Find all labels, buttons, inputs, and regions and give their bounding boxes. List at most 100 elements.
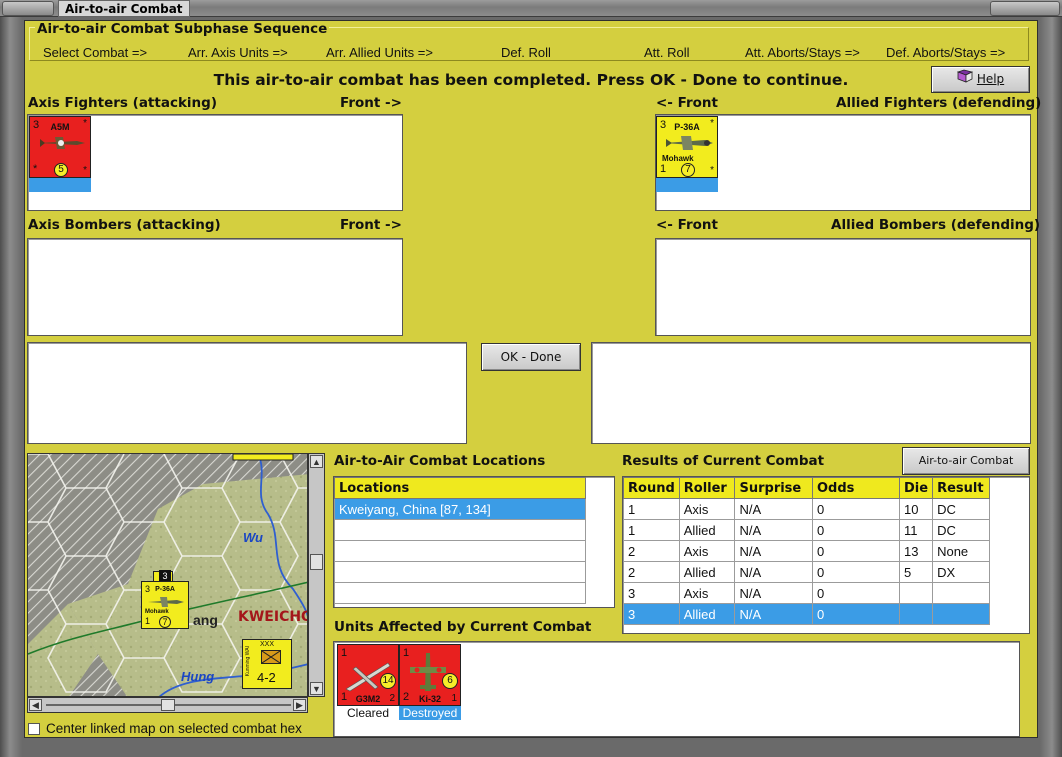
counter-circle-value: 6 [442, 673, 458, 689]
map-unit-p36[interactable]: 3 P-36A Mohawk 7 1 [141, 581, 189, 629]
map-label-wu: Wu [243, 530, 263, 545]
results-cell-round: 2 [623, 561, 680, 583]
results-cell-result: None [932, 540, 990, 562]
seq-step-arr-axis: Arr. Axis Units => [188, 45, 288, 60]
results-cell-surprise: N/A [734, 540, 813, 562]
counter-circle-value: 5 [54, 163, 68, 177]
results-row[interactable]: 1 Axis N/A 0 10 DC [623, 498, 990, 520]
counter-subtitle: Mohawk [662, 154, 694, 163]
center-map-checkbox[interactable] [28, 723, 40, 735]
results-cell-die: 10 [898, 498, 934, 520]
locations-list[interactable]: Locations Kweiyang, China [87, 134] [333, 476, 615, 608]
results-row[interactable]: 1 Allied N/A 0 11 DC [623, 519, 990, 541]
location-row[interactable]: Kweiyang, China [87, 134] [334, 498, 586, 520]
fighter-plane-icon [39, 137, 85, 149]
allied-bombers-front-label: <- Front [656, 217, 718, 233]
results-cell-roller: Allied [678, 519, 736, 541]
location-row[interactable] [334, 540, 586, 562]
results-row[interactable]: 3 Axis N/A 0 [623, 582, 990, 604]
axis-info-box [27, 342, 467, 444]
results-cell-odds: 0 [811, 519, 901, 541]
results-cell-roller: Allied [678, 603, 736, 625]
results-row[interactable]: 2 Allied N/A 0 5 DX [623, 561, 990, 583]
map-label-city: ang [193, 612, 218, 628]
seq-step-arr-allied: Arr. Allied Units => [326, 45, 433, 60]
counter-bottom-right: * [83, 165, 87, 176]
allied-bombers-label: Allied Bombers (defending) [831, 217, 1041, 233]
axis-bombers-front-label: Front -> [340, 217, 402, 233]
location-row[interactable] [334, 561, 586, 583]
location-cell [334, 582, 586, 604]
map-vertical-scrollbar[interactable]: ▲ ▼ [308, 453, 325, 697]
map-horizontal-scrollbar[interactable]: ◀ ▶ [27, 697, 308, 713]
results-cell-die: 5 [898, 561, 934, 583]
allied-fighter-unit[interactable]: 3 P-36A * Mohawk 7 1 * [656, 116, 718, 192]
scroll-down-arrow-icon[interactable]: ▼ [310, 682, 323, 695]
center-map-label: Center linked map on selected combat hex [46, 721, 302, 736]
counter-circle-value: 7 [681, 163, 695, 177]
scroll-up-arrow-icon[interactable]: ▲ [310, 455, 323, 468]
ok-done-button[interactable]: OK - Done [481, 343, 581, 371]
results-list[interactable]: Round Roller Surprise Odds Die Result 1A… [622, 476, 1030, 634]
counter-subtitle: Mohawk [145, 609, 169, 615]
allied-fighter-selection [656, 178, 718, 192]
results-cell-odds: 0 [811, 540, 901, 562]
fighter-plane-icon [148, 597, 184, 607]
g3m2-counter: 1 14 G3M2 1 2 [337, 644, 399, 706]
allied-fighters-front-label: <- Front [656, 95, 718, 111]
unit-strength: 4-2 [257, 670, 276, 685]
locations-table: Locations Kweiyang, China [87, 134] [334, 477, 586, 604]
results-cell-round: 1 [623, 519, 680, 541]
horizontal-scroll-thumb[interactable] [161, 699, 175, 711]
scroll-left-arrow-icon[interactable]: ◀ [29, 699, 42, 711]
counter-bottom-right: 2 [389, 693, 395, 704]
results-cell-result [932, 582, 990, 604]
title-bar[interactable]: Air-to-air Combat [0, 0, 1062, 17]
results-cell-surprise: N/A [734, 561, 813, 583]
location-row[interactable] [334, 582, 586, 604]
results-cell-surprise: N/A [734, 582, 813, 604]
results-row[interactable]: 3 Allied N/A 0 [623, 603, 990, 625]
results-header-round: Round [623, 477, 680, 499]
axis-fighter-unit[interactable]: 3 A5M * 5 * * [29, 116, 91, 192]
results-cell-die: 11 [898, 519, 934, 541]
counter-bottom-left: 1 [341, 691, 348, 703]
results-cell-roller: Axis [678, 582, 736, 604]
axis-bombers-box[interactable] [27, 238, 403, 336]
counter-bottom-right: * [710, 165, 714, 176]
results-cell-roller: Axis [678, 540, 736, 562]
results-cell-odds: 0 [811, 603, 901, 625]
help-button[interactable]: Help [931, 66, 1030, 93]
results-row[interactable]: 2 Axis N/A 0 13 None [623, 540, 990, 562]
results-cell-die: 13 [898, 540, 934, 562]
counter-circle-value: 14 [380, 673, 396, 689]
help-label: Help [976, 72, 1005, 86]
location-cell [334, 540, 586, 562]
results-cell-die [898, 582, 934, 604]
seq-step-att-roll: Att. Roll [644, 45, 690, 60]
army-symbol-icon [261, 650, 281, 664]
results-cell-odds: 0 [811, 561, 901, 583]
air-combat-chart-button[interactable]: Air-to-air Combat Chart [902, 447, 1030, 493]
location-row[interactable] [334, 519, 586, 541]
map-label-river: Hung [181, 669, 215, 684]
linked-map[interactable]: Wu KWEICHO ang Hung 3 3 P-36A Mohawk 7 1… [27, 453, 308, 697]
counter-bottom-right: 1 [451, 693, 457, 704]
map-unit-army[interactable]: XXX Kunming WAI 4-2 [242, 639, 292, 689]
results-cell-round: 3 [623, 582, 680, 604]
seq-step-select-combat: Select Combat => [43, 45, 148, 60]
locations-title: Air-to-Air Combat Locations [334, 453, 546, 469]
sequence-title: Air-to-air Combat Subphase Sequence [35, 21, 330, 37]
results-header-odds: Odds [811, 477, 901, 499]
allied-bombers-box[interactable] [655, 238, 1031, 336]
affected-unit-g3m2[interactable]: 1 14 G3M2 1 2 Cleared [337, 644, 399, 720]
results-header-die: Die [898, 477, 934, 499]
allied-fighter-counter: 3 P-36A * Mohawk 7 1 * [656, 116, 718, 178]
scroll-right-arrow-icon[interactable]: ▶ [293, 699, 306, 711]
book-icon [956, 67, 973, 92]
map-label-province: KWEICHO [238, 609, 308, 625]
counter-name: A5M [50, 122, 70, 132]
affected-unit-ki32[interactable]: 1 6 Ki-32 2 1 Destroyed [399, 644, 461, 720]
vertical-scroll-thumb[interactable] [310, 554, 323, 570]
results-cell-odds: 0 [811, 498, 901, 520]
